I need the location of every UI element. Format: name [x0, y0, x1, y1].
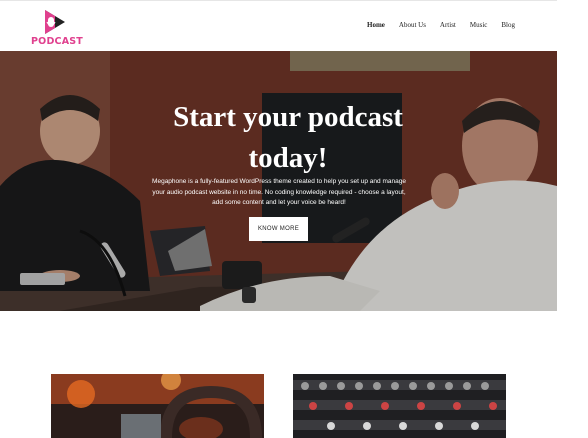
- headphones-image: [51, 374, 264, 438]
- card-image-headphones[interactable]: [51, 374, 264, 438]
- podcast-logo-icon: [45, 10, 65, 34]
- know-more-button[interactable]: KNOW MORE: [249, 217, 308, 241]
- nav-item-artist[interactable]: Artist: [440, 21, 456, 29]
- main-navigation: Home About Us Artist Music Blog: [367, 21, 515, 29]
- card-image-mixer[interactable]: [293, 374, 506, 438]
- nav-item-home[interactable]: Home: [367, 21, 385, 29]
- nav-item-about-us[interactable]: About Us: [399, 21, 426, 29]
- hero-section: Start your podcast today! Megaphone is a…: [0, 51, 557, 311]
- logo-text: PODCAST: [31, 36, 83, 47]
- nav-item-blog[interactable]: Blog: [501, 21, 515, 29]
- site-logo[interactable]: PODCAST: [31, 7, 83, 49]
- site-header: PODCAST Home About Us Artist Music Blog: [0, 1, 557, 51]
- hero-title: Start your podcast today!: [173, 101, 403, 174]
- hero-description: Megaphone is a fully-featured WordPress …: [152, 178, 406, 206]
- nav-item-music[interactable]: Music: [470, 21, 488, 29]
- audio-mixer-image: [293, 374, 506, 438]
